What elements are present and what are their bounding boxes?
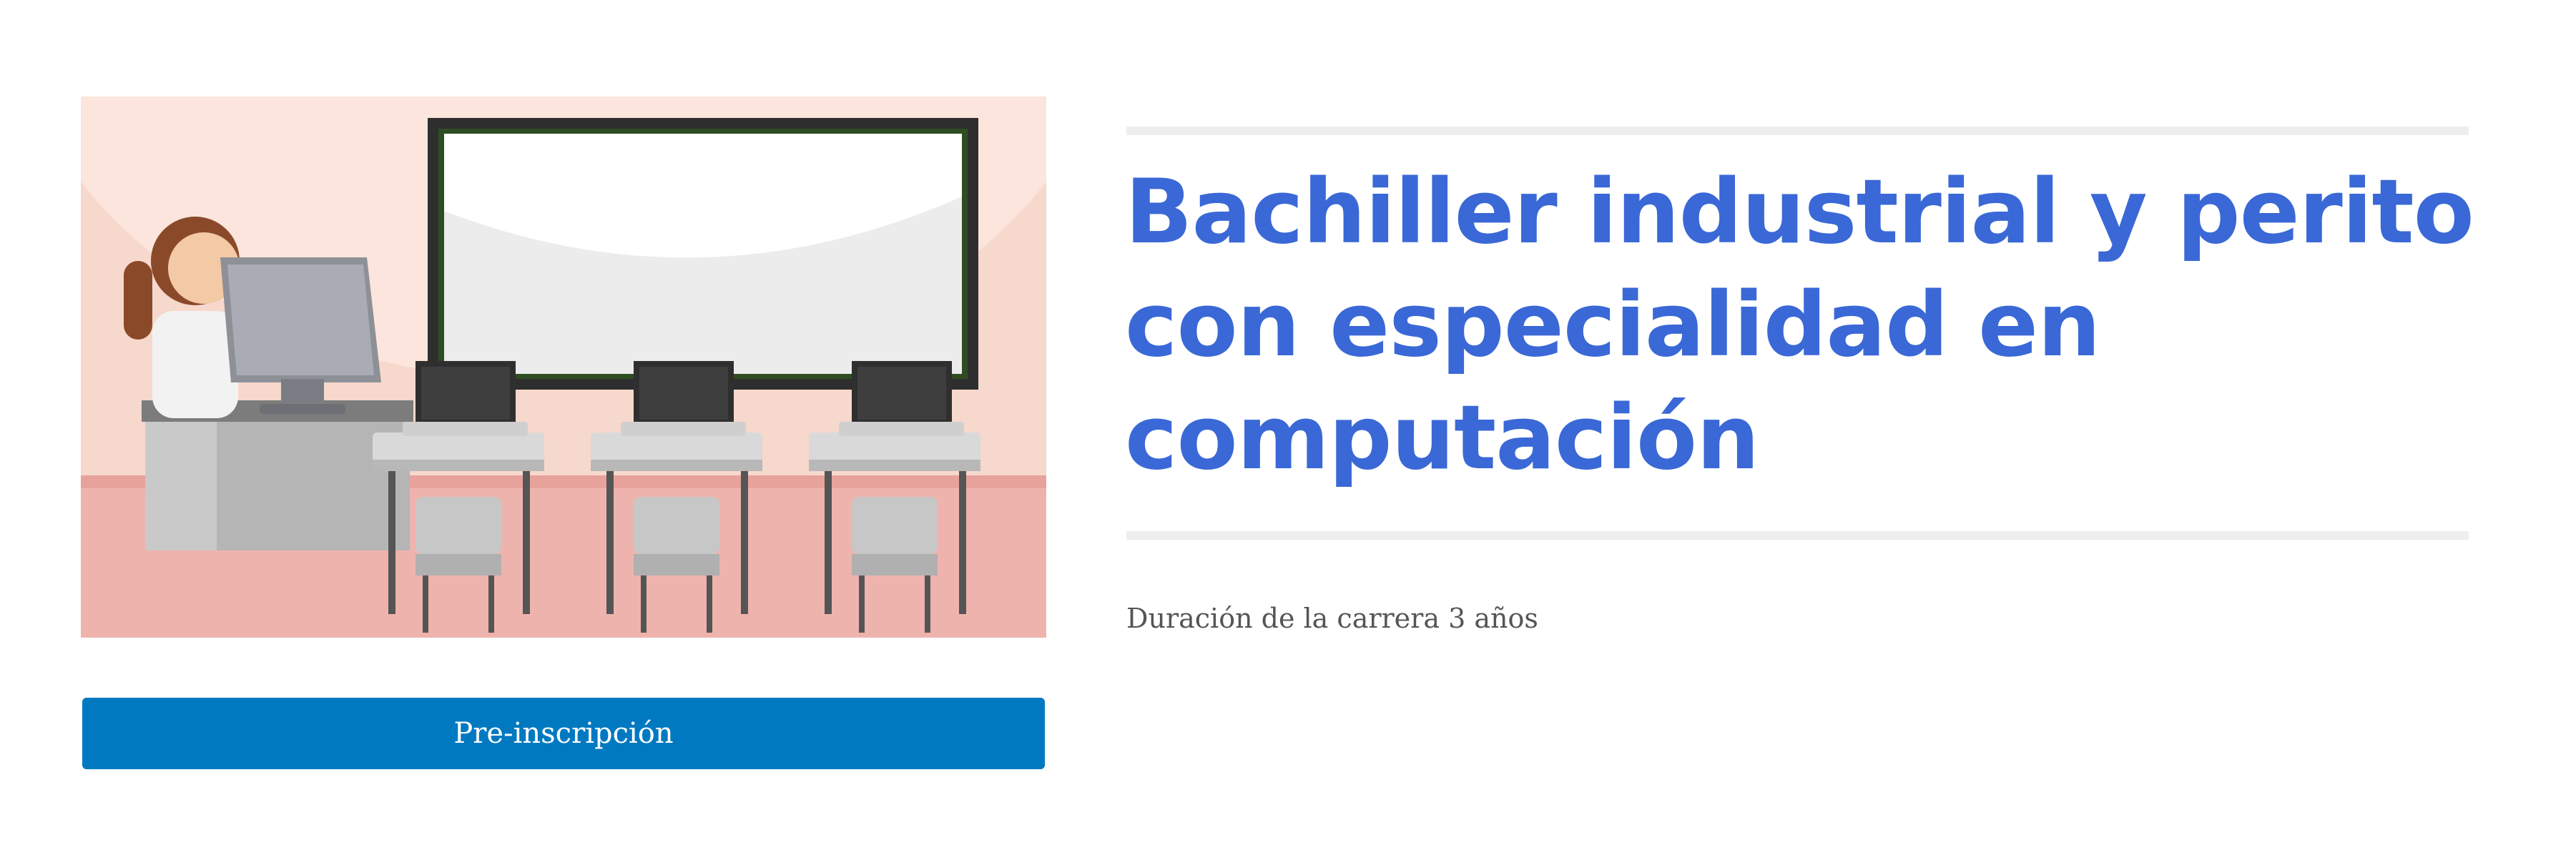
title-line: con especialidad en: [1125, 274, 2100, 377]
title-divider-top: [1126, 127, 2469, 135]
title-line: computación: [1125, 387, 1759, 490]
title-divider-bottom: [1126, 531, 2469, 540]
duration-text: Duración de la carrera 3 años: [1126, 603, 1538, 634]
classroom-illustration: [81, 97, 1046, 638]
title-line: Bachiller industrial y perito: [1125, 161, 2474, 264]
page-title: Bachiller industrial y perito con especi…: [1125, 156, 2484, 495]
preinscription-button[interactable]: Pre-inscripción: [82, 698, 1045, 769]
